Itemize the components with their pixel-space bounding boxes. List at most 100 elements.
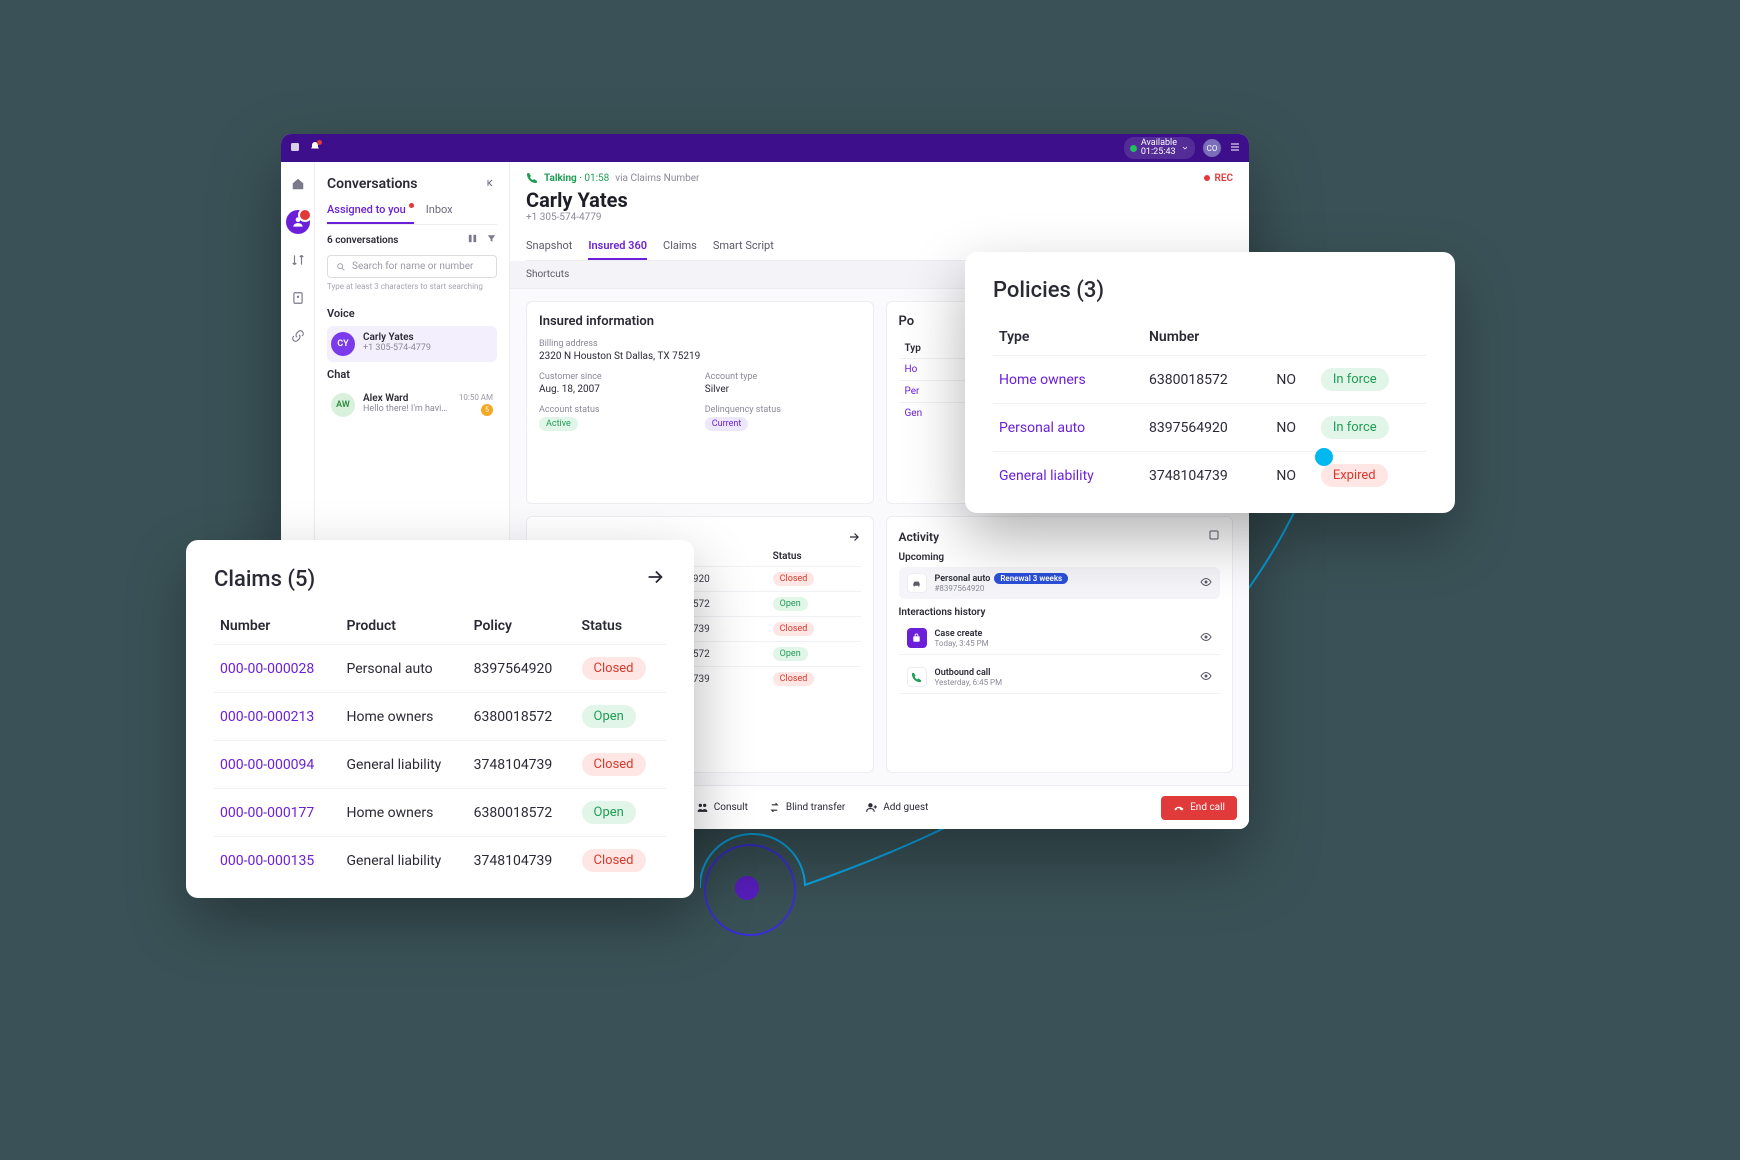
customer-name: Carly Yates xyxy=(526,188,1233,212)
upcoming-item-title: Personal auto xyxy=(935,574,991,584)
user-avatar[interactable]: CO xyxy=(1203,139,1221,157)
conversation-name: Alex Ward xyxy=(363,393,451,404)
claims-col-policy: Policy xyxy=(468,608,576,645)
policies-row[interactable]: Personal auto8397564920NOIn force xyxy=(993,404,1427,452)
app-logo-icon xyxy=(289,141,301,156)
search-placeholder: Search for name or number xyxy=(352,261,473,272)
insured-info-card: Insured information Billing address 2320… xyxy=(526,301,874,504)
policies-row[interactable]: Home owners6380018572NOIn force xyxy=(993,356,1427,404)
tab-snapshot[interactable]: Snapshot xyxy=(526,233,572,260)
claims-col-number: Number xyxy=(214,608,341,645)
decorative-dot-purple xyxy=(735,876,759,900)
search-input[interactable]: Search for name or number xyxy=(327,255,497,278)
chevron-down-icon xyxy=(1181,144,1189,152)
conversation-time: 10:50 AM xyxy=(459,393,493,402)
conversations-title: Conversations xyxy=(327,176,417,192)
tab-assigned-to-you[interactable]: Assigned to you xyxy=(327,203,414,224)
call-duration: 01:58 xyxy=(584,173,609,184)
history-item-title: Case create xyxy=(935,629,1193,639)
policies-row[interactable]: General liability3748104739NOExpired xyxy=(993,452,1427,500)
conversation-sub: Hello there! I'm having trouble ... xyxy=(363,404,451,414)
end-call-button[interactable]: End call xyxy=(1161,796,1237,820)
agent-status-chip[interactable]: Available 01:25:43 xyxy=(1124,137,1195,159)
rail-link-icon[interactable] xyxy=(286,324,310,348)
app-menu-icon[interactable] xyxy=(1229,141,1241,156)
tab-inbox[interactable]: Inbox xyxy=(426,203,453,224)
call-state: Talking xyxy=(544,173,577,184)
conversations-count: 6 conversations xyxy=(327,235,398,246)
add-guest-button[interactable]: Add guest xyxy=(865,801,928,814)
view-icon[interactable] xyxy=(1200,631,1212,646)
insured-info-title: Insured information xyxy=(539,314,861,329)
sort-icon[interactable] xyxy=(448,233,459,247)
conversation-sub: +1 305-574-4779 xyxy=(363,343,493,353)
phone-icon xyxy=(526,172,538,184)
history-item-sub: Yesterday, 6:45 PM xyxy=(935,678,1193,687)
claims-row[interactable]: 000-00-000028Personal auto8397564920Clos… xyxy=(214,645,666,693)
since-value: Aug. 18, 2007 xyxy=(539,384,695,395)
activity-title: Activity xyxy=(899,530,940,544)
call-out-icon xyxy=(907,667,927,687)
unread-badge: 5 xyxy=(481,404,493,416)
tab-insured-360[interactable]: Insured 360 xyxy=(588,233,647,260)
acctstatus-label: Account status xyxy=(539,405,695,415)
accttype-value: Silver xyxy=(705,384,861,395)
upcoming-item-sub: #8397564920 xyxy=(935,584,1193,593)
upcoming-label: Upcoming xyxy=(899,552,1221,563)
expand-arrow-icon[interactable] xyxy=(847,529,861,548)
policies-col-type: Type xyxy=(993,319,1143,356)
activity-card: Activity Upcoming Personal autoRenewal 3… xyxy=(886,516,1234,773)
case-icon xyxy=(907,628,927,648)
titlebar: Available 01:25:43 CO xyxy=(281,134,1249,162)
columns-icon[interactable] xyxy=(467,233,478,247)
tab-smart-script[interactable]: Smart Script xyxy=(713,233,774,260)
history-item-title: Outbound call xyxy=(935,668,1193,678)
policies-col-3 xyxy=(1270,319,1314,356)
car-icon xyxy=(907,573,927,593)
avatar-initials: CY xyxy=(331,332,355,356)
rail-home-icon[interactable] xyxy=(286,172,310,196)
renewal-chip: Renewal 3 weeks xyxy=(994,573,1068,584)
agent-status-time: 01:25:43 xyxy=(1141,148,1177,157)
claims-row[interactable]: 000-00-000177Home owners6380018572Open xyxy=(214,789,666,837)
history-item[interactable]: Outbound callYesterday, 6:45 PM xyxy=(899,661,1221,694)
delinq-label: Delinquency status xyxy=(705,405,861,415)
status-dot-icon xyxy=(1130,145,1137,152)
policies-col-status xyxy=(1315,319,1427,356)
view-icon[interactable] xyxy=(1200,576,1212,591)
rail-agent-icon[interactable] xyxy=(286,210,310,234)
view-icon[interactable] xyxy=(1200,670,1212,685)
claims-row[interactable]: 000-00-000135General liability3748104739… xyxy=(214,837,666,885)
acctstatus-value: Active xyxy=(539,417,578,431)
rail-sort-icon[interactable] xyxy=(286,248,310,272)
history-label: Interactions history xyxy=(899,607,1221,618)
search-hint: Type at least 3 characters to start sear… xyxy=(327,282,497,291)
customer-phone: +1 305-574-4779 xyxy=(526,212,1233,223)
tab-claims[interactable]: Claims xyxy=(663,233,697,260)
decorative-dot-cyan xyxy=(1315,448,1333,466)
policies-popout-card: Policies (3) Type Number Home owners6380… xyxy=(965,252,1455,513)
delinq-value: Current xyxy=(705,417,749,431)
conversation-item-voice[interactable]: CY Carly Yates +1 305-574-4779 xyxy=(327,326,497,362)
recording-indicator: REC xyxy=(1204,173,1233,184)
claims-popout-card: Claims (5) Number Product Policy Status … xyxy=(186,540,694,898)
billing-label: Billing address xyxy=(539,339,861,349)
consult-button[interactable]: Consult xyxy=(696,801,748,814)
add-activity-icon[interactable] xyxy=(1208,529,1220,544)
collapse-panel-icon[interactable] xyxy=(485,174,497,193)
notifications-icon[interactable] xyxy=(309,141,321,156)
upcoming-item[interactable]: Personal autoRenewal 3 weeks #8397564920 xyxy=(899,567,1221,599)
claims-col-status: Status xyxy=(576,608,666,645)
avatar-initials: AW xyxy=(331,393,355,417)
conversation-item-chat[interactable]: AW Alex Ward Hello there! I'm having tro… xyxy=(327,387,497,423)
blind-transfer-button[interactable]: Blind transfer xyxy=(768,801,845,814)
claims-row[interactable]: 000-00-000094General liability3748104739… xyxy=(214,741,666,789)
rail-contact-icon[interactable] xyxy=(286,286,310,310)
conversation-name: Carly Yates xyxy=(363,332,493,343)
expand-arrow-icon[interactable] xyxy=(644,566,666,592)
billing-value: 2320 N Houston St Dallas, TX 75219 xyxy=(539,351,861,362)
filter-icon[interactable] xyxy=(486,233,497,247)
history-item[interactable]: Case createToday, 3:45 PM xyxy=(899,622,1221,655)
claims-mini-col-status: Status xyxy=(767,547,861,567)
claims-row[interactable]: 000-00-000213Home owners6380018572Open xyxy=(214,693,666,741)
